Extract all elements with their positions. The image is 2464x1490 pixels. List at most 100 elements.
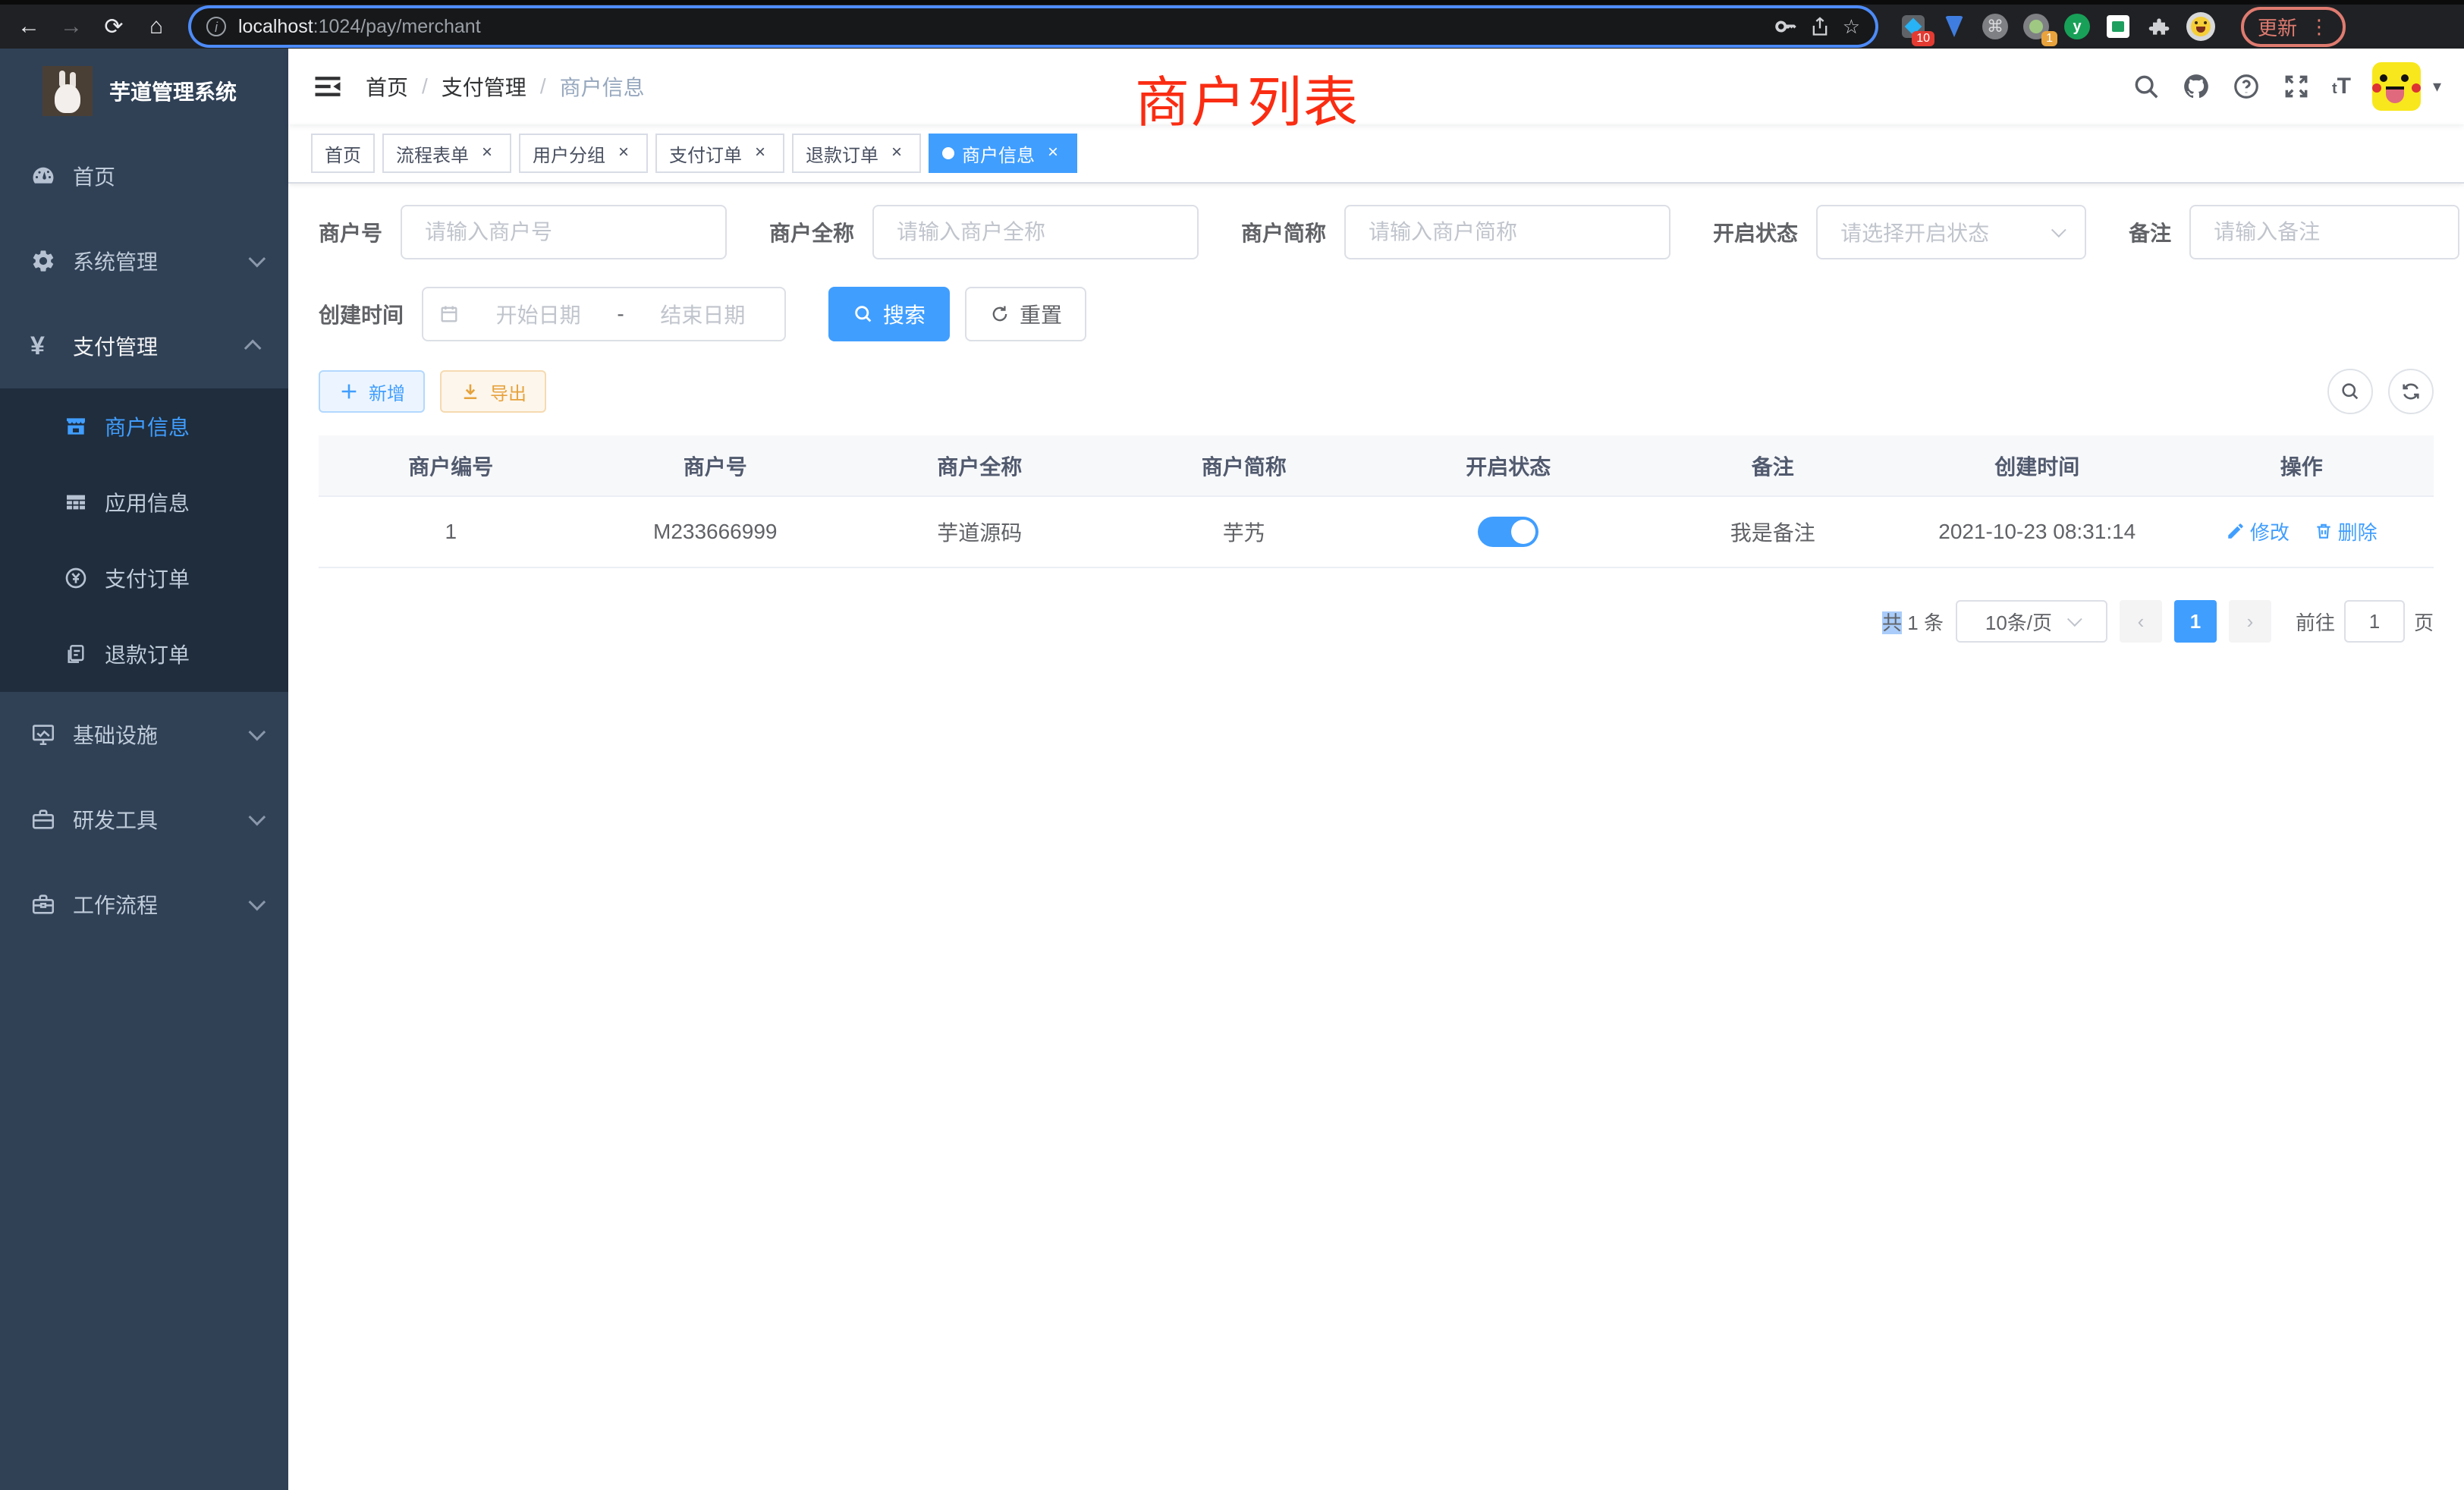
breadcrumb-section[interactable]: 支付管理 [442,71,526,102]
sidebar-menu: 首页 系统管理 ¥ 支付管理 [0,134,288,1490]
reset-button[interactable]: 重置 [965,287,1086,341]
sidebar-item-label: 应用信息 [105,487,190,517]
tab-close-icon[interactable]: × [1042,143,1064,164]
annotation: 商户列表 [1135,58,1359,137]
sidebar-logo[interactable]: 芋道管理系统 [0,49,288,134]
command-extension-icon[interactable]: ⌘ [1982,13,2009,40]
status-select-placeholder: 请选择开启状态 [1840,217,1989,247]
sidebar-collapse-icon[interactable] [311,70,344,103]
merchant-no-input[interactable] [425,220,702,244]
refund-order-icon [64,642,88,666]
dashboard-icon [30,163,56,189]
password-key-icon[interactable] [1774,15,1797,38]
url-text[interactable]: localhost:1024/pay/merchant [238,16,1762,38]
edit-link[interactable]: 修改 [2226,517,2290,545]
refresh-table-button[interactable] [2388,369,2434,414]
sidebar-item-merchant-info[interactable]: 商户信息 [0,388,288,464]
tab-process-form[interactable]: 流程表单× [382,134,511,173]
breadcrumb-home[interactable]: 首页 [366,71,408,102]
chevron-down-icon [249,894,266,911]
extensions-puzzle-icon[interactable] [2145,13,2173,40]
gear-icon [30,248,56,274]
bookmark-star-icon[interactable]: ☆ [1843,15,1860,39]
monitor-icon [30,721,56,747]
chat-extension-icon[interactable] [2104,13,2132,40]
browser-profile-avatar[interactable] [2186,12,2215,41]
font-size-icon[interactable]: tT [2332,74,2351,99]
url-bar[interactable]: i localhost:1024/pay/merchant ☆ [191,8,1875,45]
sidebar-item-pay-order[interactable]: 支付订单 [0,540,288,616]
tab-close-icon[interactable]: × [886,143,907,164]
prev-page-button[interactable]: ‹ [2120,600,2162,643]
page-size-select[interactable]: 10条/页 [1956,600,2107,643]
status-toggle[interactable] [1478,517,1538,547]
pagination-goto: 前往 页 [2296,600,2434,643]
sidebar-item-home[interactable]: 首页 [0,134,288,218]
sidebar-item-infrastructure[interactable]: 基础设施 [0,692,288,777]
tab-home[interactable]: 首页 [311,134,375,173]
cell-actions: 修改 删除 [2170,496,2434,567]
date-range-picker[interactable]: 开始日期 - 结束日期 [422,287,786,341]
y-extension-icon[interactable]: y [2063,13,2091,40]
browser-home-icon[interactable]: ⌂ [140,14,173,39]
merchant-name-input[interactable] [897,220,1174,244]
browser-reload-icon[interactable]: ⟳ [97,14,130,40]
tab-pay-order[interactable]: 支付订单× [655,134,784,173]
kite-extension-icon[interactable] [1941,13,1968,40]
merchant-name-label: 商户全称 [769,217,854,247]
blocks-extension-icon[interactable]: 10 [1900,13,1927,40]
sidebar-item-workflow[interactable]: 工作流程 [0,862,288,947]
col-merchant-id: 商户编号 [319,435,583,496]
github-icon[interactable] [2182,72,2211,101]
sidebar-item-payment[interactable]: ¥ 支付管理 [0,303,288,388]
sidebar-item-label: 系统管理 [73,246,158,276]
tab-merchant-info[interactable]: 商户信息× [929,134,1077,173]
delete-link[interactable]: 删除 [2314,517,2378,545]
tab-user-group[interactable]: 用户分组× [519,134,648,173]
sidebar-item-app-info[interactable]: 应用信息 [0,464,288,540]
cell-merchant-id: 1 [319,496,583,567]
export-button[interactable]: 导出 [440,370,546,413]
status-select[interactable]: 请选择开启状态 [1816,205,2086,259]
browser-menu-icon[interactable]: ⋮ [2309,15,2329,39]
main-area: 首页 / 支付管理 / 商户信息 [288,49,2464,1490]
remark-input[interactable] [2214,220,2435,244]
tab-close-icon[interactable]: × [476,143,498,164]
sidebar-item-refund-order[interactable]: 退款订单 [0,616,288,692]
header-search-icon[interactable] [2132,72,2161,101]
update-label: 更新 [2258,13,2297,41]
user-avatar[interactable] [2372,62,2421,111]
share-icon[interactable] [1809,16,1831,37]
tab-close-icon[interactable]: × [613,143,634,164]
col-merchant-name: 商户全称 [847,435,1112,496]
merchant-no-label: 商户号 [319,217,382,247]
page-content: 商户号 商户全称 商户简称 开启状态 请选择开启状态 [288,184,2464,1490]
help-icon[interactable] [2232,72,2261,101]
fullscreen-icon[interactable] [2282,72,2311,101]
blocks-extension-badge: 10 [1912,31,1934,46]
sidebar-item-dev-tools[interactable]: 研发工具 [0,777,288,862]
profile-extension-icon[interactable]: 1 [2022,13,2050,40]
goto-page-input[interactable] [2344,600,2405,643]
table-toolbar: 新增 导出 [319,369,2434,414]
end-date-placeholder: 结束日期 [636,299,769,329]
sidebar-item-system[interactable]: 系统管理 [0,218,288,303]
browser-back-icon[interactable]: ← [12,14,46,39]
add-button[interactable]: 新增 [319,370,425,413]
start-date-placeholder: 开始日期 [472,299,605,329]
download-icon [460,381,481,402]
tab-close-icon[interactable]: × [750,143,771,164]
toolbox-icon [30,806,56,832]
browser-update-button[interactable]: 更新 ⋮ [2241,7,2346,47]
pagination-total: 共 1 条 [1882,608,1944,636]
trash-icon [2314,521,2334,541]
toggle-search-button[interactable] [2327,369,2373,414]
tab-refund-order[interactable]: 退款订单× [792,134,921,173]
site-info-icon[interactable]: i [206,17,226,36]
search-button[interactable]: 搜索 [828,287,950,341]
merchant-short-input[interactable] [1369,220,1646,244]
user-menu-caret-icon[interactable]: ▾ [2433,77,2441,96]
page-number-button[interactable]: 1 [2174,600,2217,643]
browser-forward-icon[interactable]: → [55,14,88,39]
next-page-button[interactable]: › [2229,600,2271,643]
